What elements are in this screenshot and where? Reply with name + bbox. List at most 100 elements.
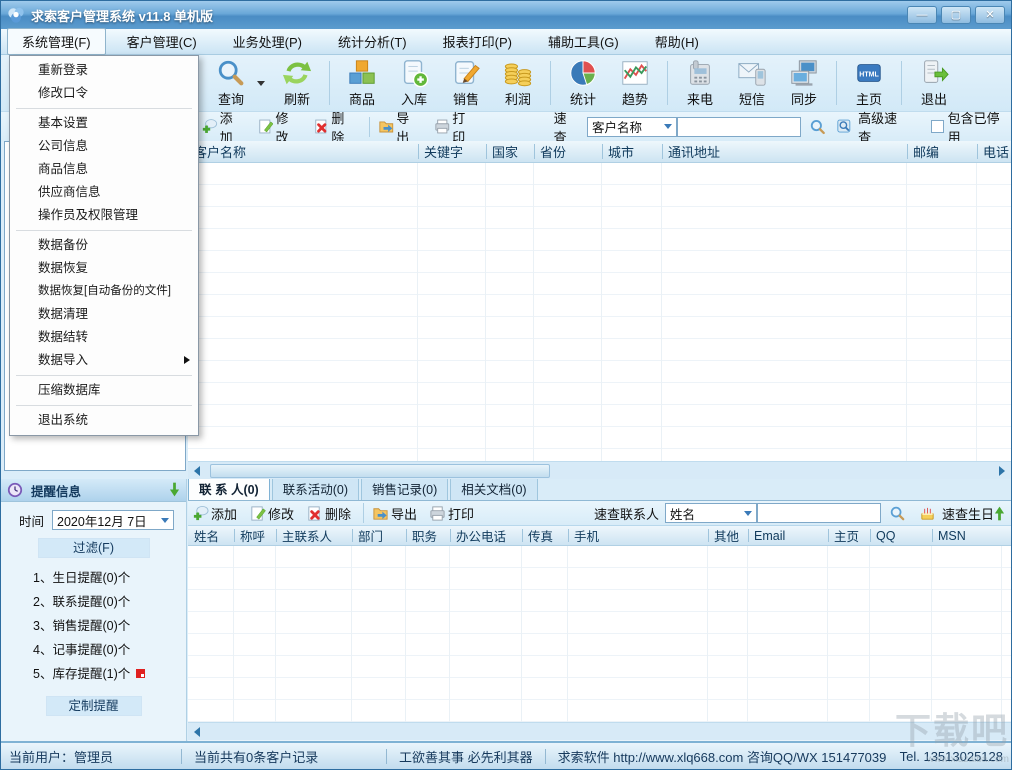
menu-customer[interactable]: 客户管理(C) — [112, 28, 212, 55]
menu-business[interactable]: 业务处理(P) — [218, 28, 317, 55]
reminder-item-stock[interactable]: 5、库存提醒(1)个 — [1, 662, 186, 686]
inbound-button[interactable]: 入库 — [388, 57, 440, 109]
contact-quick-search-input[interactable] — [756, 503, 881, 523]
advanced-search-icon[interactable] — [836, 118, 853, 135]
custom-reminder-button[interactable]: 定制提醒 — [45, 696, 142, 716]
tab-contacts[interactable]: 联 系 人(0) — [188, 479, 270, 500]
contact-delete-button[interactable]: 删除 — [306, 504, 351, 523]
contact-table-hscrollbar[interactable] — [188, 722, 1011, 740]
contact-quick-field-select[interactable]: 姓名 — [665, 503, 757, 523]
scrollbar-thumb[interactable] — [210, 463, 550, 478]
contact-add-button[interactable]: 添加 — [192, 504, 237, 523]
profit-button[interactable]: 利润 — [492, 57, 544, 109]
sync-button[interactable]: 同步 — [778, 57, 830, 109]
menu-item-exit-system[interactable]: 退出系统 — [10, 409, 198, 432]
customer-quick-search-input[interactable] — [676, 116, 801, 137]
column-header[interactable]: 邮编 — [907, 141, 977, 162]
reminder-item-contact[interactable]: 2、联系提醒(0)个 — [1, 590, 186, 614]
query-button[interactable]: 查询 — [205, 57, 257, 109]
column-header[interactable]: 办公电话 — [450, 526, 522, 545]
birthday-cake-icon[interactable] — [919, 505, 936, 522]
customer-export-button[interactable]: 导出 — [378, 108, 422, 146]
customer-print-button[interactable]: 打印 — [434, 108, 478, 146]
tab-contact-activity[interactable]: 联系活动(0) — [271, 479, 360, 500]
customer-delete-button[interactable]: 删除 — [313, 108, 357, 146]
menu-help[interactable]: 帮助(H) — [640, 28, 714, 55]
menu-item-data-carryover[interactable]: 数据结转 — [10, 326, 198, 349]
column-header[interactable]: 国家 — [486, 141, 534, 162]
birthday-quick-search-label[interactable]: 速查生日 — [942, 504, 994, 523]
column-header[interactable]: MSN — [932, 526, 1002, 545]
refresh-button[interactable]: 刷新 — [271, 57, 323, 109]
reminder-item-note[interactable]: 4、记事提醒(0)个 — [1, 638, 186, 662]
column-header[interactable]: Email — [748, 526, 828, 545]
menu-system[interactable]: 系统管理(F) — [7, 28, 106, 55]
sms-button[interactable]: 短信 — [726, 57, 778, 109]
scroll-left-arrow-icon[interactable] — [188, 723, 206, 740]
column-header[interactable]: 省份 — [534, 141, 602, 162]
column-header[interactable]: 部门 — [352, 526, 406, 545]
column-header[interactable]: 客户名称 — [188, 141, 418, 162]
contact-print-button[interactable]: 打印 — [429, 504, 474, 523]
include-disabled-checkbox[interactable] — [930, 120, 944, 133]
menu-item-operator-permissions[interactable]: 操作员及权限管理 — [10, 204, 198, 227]
incoming-call-button[interactable]: 来电 — [674, 57, 726, 109]
trend-button[interactable]: 趋势 — [609, 57, 661, 109]
column-header[interactable]: 城市 — [602, 141, 662, 162]
reminder-item-sales[interactable]: 3、销售提醒(0)个 — [1, 614, 186, 638]
menu-item-change-password[interactable]: 修改口令 — [10, 82, 198, 105]
sales-button[interactable]: 销售 — [440, 57, 492, 109]
statistics-button[interactable]: 统计 — [557, 57, 609, 109]
menu-tools[interactable]: 辅助工具(G) — [533, 28, 634, 55]
column-header[interactable]: 姓名 — [188, 526, 234, 545]
homepage-button[interactable]: HTML 主页 — [843, 57, 895, 109]
contact-edit-button[interactable]: 修改 — [249, 504, 294, 523]
column-header[interactable]: 主页 — [828, 526, 870, 545]
column-header[interactable]: 主联系人 — [276, 526, 352, 545]
green-down-arrow-icon[interactable] — [169, 482, 180, 498]
query-dropdown-arrow-icon[interactable] — [257, 80, 265, 86]
menu-item-data-import[interactable]: 数据导入 — [10, 349, 198, 372]
tab-sales-records[interactable]: 销售记录(0) — [361, 479, 449, 500]
menu-statistics[interactable]: 统计分析(T) — [323, 28, 422, 55]
column-header[interactable]: 其他 — [708, 526, 748, 545]
maximize-button[interactable]: ▢ — [941, 6, 971, 24]
menu-item-product-info[interactable]: 商品信息 — [10, 158, 198, 181]
quick-search-icon[interactable] — [889, 505, 905, 521]
customer-edit-button[interactable]: 修改 — [257, 108, 301, 146]
exit-button[interactable]: 退出 — [908, 57, 960, 109]
column-header[interactable]: 关键字 — [418, 141, 486, 162]
column-header[interactable]: 手机 — [568, 526, 708, 545]
menu-item-data-restore[interactable]: 数据恢复 — [10, 257, 198, 280]
green-up-arrow-icon[interactable] — [994, 505, 1005, 521]
tab-related-documents[interactable]: 相关文档(0) — [450, 479, 538, 500]
menu-item-supplier-info[interactable]: 供应商信息 — [10, 181, 198, 204]
menu-item-data-restore-auto[interactable]: 数据恢复[自动备份的文件] — [10, 280, 198, 303]
status-vendor-link[interactable]: 求索软件 http://www.xlq668.com 咨询QQ/WX 15147… — [558, 747, 887, 766]
menu-item-data-cleanup[interactable]: 数据清理 — [10, 303, 198, 326]
filter-button[interactable]: 过滤(F) — [37, 538, 150, 558]
customer-add-button[interactable]: 添加 — [201, 108, 245, 146]
menu-item-company-info[interactable]: 公司信息 — [10, 135, 198, 158]
quick-search-icon[interactable] — [809, 118, 826, 135]
menu-item-compact-database[interactable]: 压缩数据库 — [10, 379, 198, 402]
customer-table-hscrollbar[interactable] — [188, 461, 1011, 479]
customer-quick-field-select[interactable]: 客户名称 — [586, 116, 677, 137]
minimize-button[interactable]: — — [907, 6, 937, 24]
menu-item-relogin[interactable]: 重新登录 — [10, 59, 198, 82]
close-button[interactable]: ✕ — [975, 6, 1005, 24]
reminder-item-birthday[interactable]: 1、生日提醒(0)个 — [1, 566, 186, 590]
scroll-right-arrow-icon[interactable] — [993, 462, 1011, 479]
reminder-date-select[interactable]: 2020年12月 7日 — [52, 510, 175, 530]
column-header[interactable]: QQ — [870, 526, 932, 545]
advanced-search-label[interactable]: 高级速查 — [858, 108, 909, 146]
column-header[interactable]: 电话 — [977, 141, 1011, 162]
menu-report-print[interactable]: 报表打印(P) — [428, 28, 527, 55]
column-header[interactable]: 传真 — [522, 526, 568, 545]
goods-button[interactable]: 商品 — [336, 57, 388, 109]
column-header[interactable]: 通讯地址 — [662, 141, 907, 162]
menu-item-basic-settings[interactable]: 基本设置 — [10, 112, 198, 135]
column-header[interactable]: 称呼 — [234, 526, 276, 545]
contact-export-button[interactable]: 导出 — [372, 504, 417, 523]
scroll-left-arrow-icon[interactable] — [188, 462, 206, 479]
